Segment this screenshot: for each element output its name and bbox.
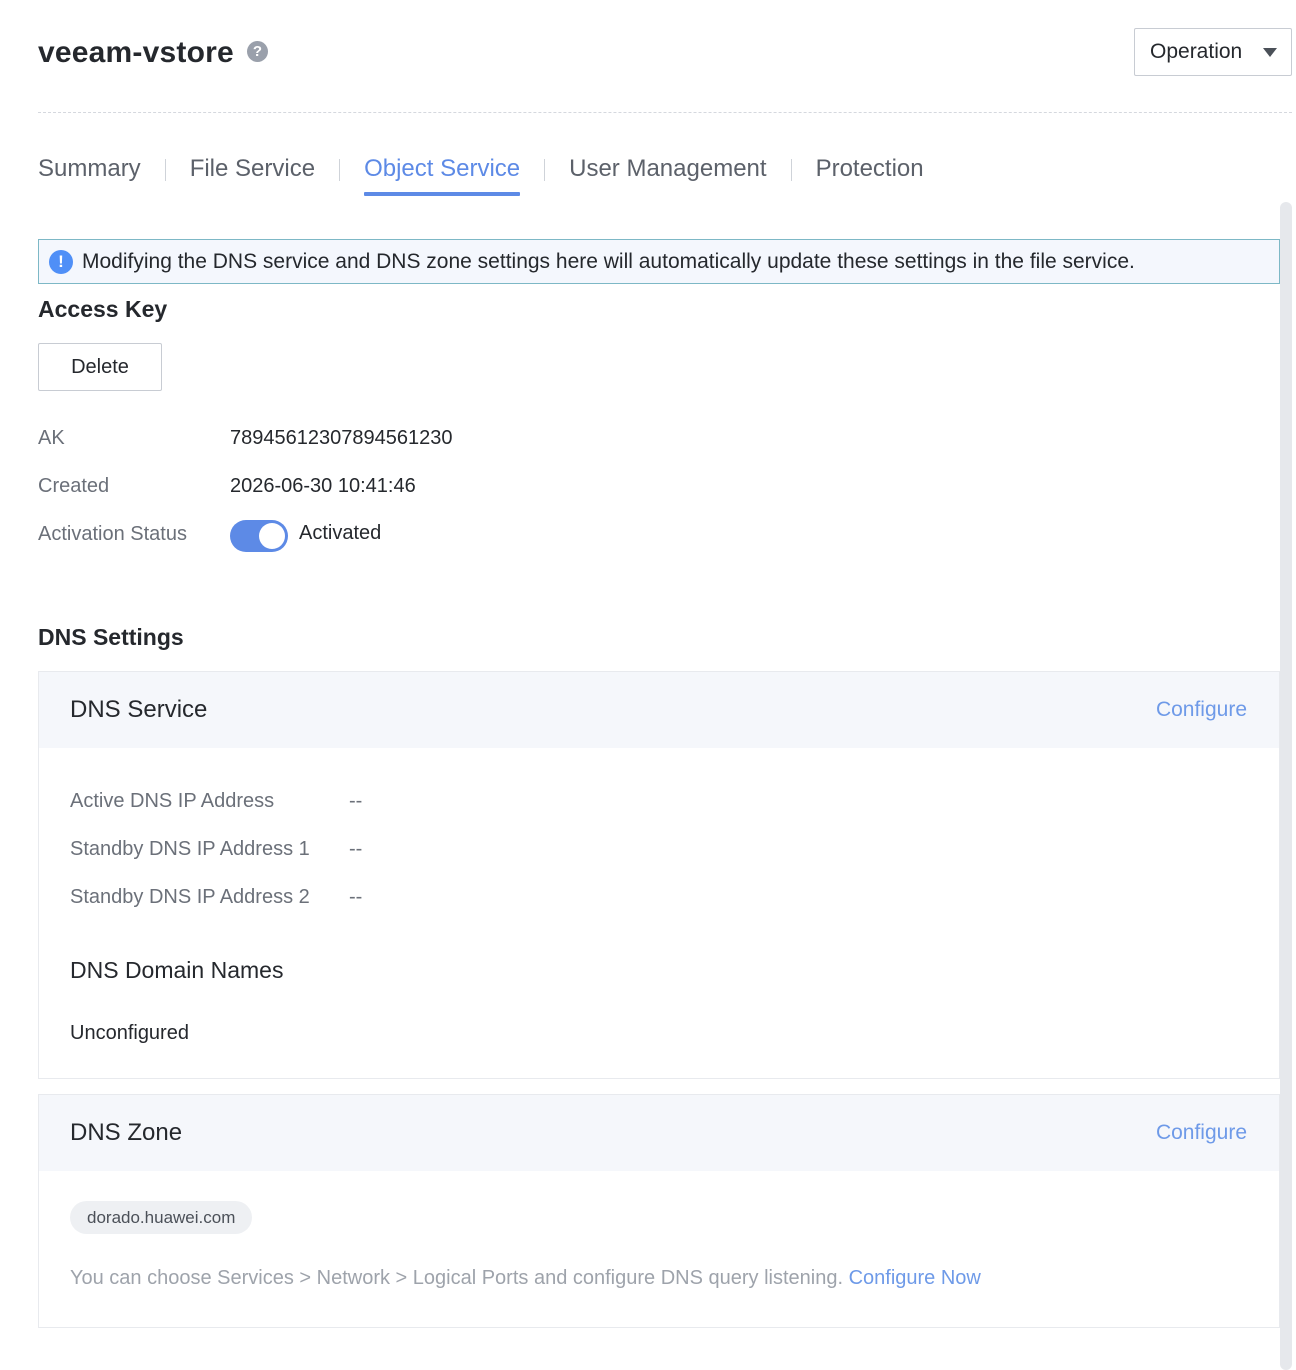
active-dns-value: -- xyxy=(349,790,363,812)
standby-dns-2-value: -- xyxy=(349,886,363,908)
tab-separator xyxy=(164,159,166,181)
dns-domain-names-value: Unconfigured xyxy=(70,1022,189,1044)
standby-dns-2-label: Standby DNS IP Address 2 xyxy=(70,886,310,908)
page-title: veeam-vstore xyxy=(38,36,234,69)
created-label: Created xyxy=(38,475,110,497)
help-icon[interactable]: ? xyxy=(247,41,268,62)
dns-settings-title: DNS Settings xyxy=(38,624,184,650)
dns-zone-header: DNS Zone Configure xyxy=(39,1095,1279,1171)
dns-zone-hint: You can choose Services > Network > Logi… xyxy=(70,1267,981,1290)
caret-down-icon xyxy=(1263,48,1277,57)
dns-service-card: DNS Service Configure Active DNS IP Addr… xyxy=(38,671,1280,1079)
dns-zone-card: DNS Zone Configure dorado.huawei.com You… xyxy=(38,1094,1280,1328)
tab-summary[interactable]: Summary xyxy=(38,152,141,196)
tab-object-service[interactable]: Object Service xyxy=(364,152,521,196)
active-dns-label: Active DNS IP Address xyxy=(70,790,275,812)
tab-separator xyxy=(544,159,546,181)
dns-zone-title: DNS Zone xyxy=(70,1119,183,1146)
page-header: veeam-vstore ? Operation xyxy=(38,28,1292,80)
tab-bar: Summary File Service Object Service User… xyxy=(38,152,924,202)
activation-status-value: Activated xyxy=(299,522,382,544)
tab-user-management[interactable]: User Management xyxy=(569,152,766,196)
info-circle-icon: ! xyxy=(49,249,73,274)
dns-service-configure-link[interactable]: Configure xyxy=(1156,698,1247,722)
tab-separator xyxy=(790,159,792,181)
created-value: 2026-06-30 10:41:46 xyxy=(230,475,416,497)
vertical-scrollbar[interactable] xyxy=(1280,202,1292,1370)
notice-text: Modifying the DNS service and DNS zone s… xyxy=(82,249,1135,273)
tab-file-service[interactable]: File Service xyxy=(190,152,315,196)
delete-button[interactable]: Delete xyxy=(38,343,162,391)
info-notice: ! Modifying the DNS service and DNS zone… xyxy=(38,239,1280,284)
standby-dns-1-label: Standby DNS IP Address 1 xyxy=(70,838,310,860)
operation-dropdown[interactable]: Operation xyxy=(1134,28,1292,76)
activation-status-label: Activation Status xyxy=(38,523,187,545)
ak-label: AK xyxy=(38,427,65,449)
tab-separator xyxy=(339,159,341,181)
dns-service-title: DNS Service xyxy=(70,696,208,723)
dns-domain-names-title: DNS Domain Names xyxy=(70,957,284,983)
dns-zone-hint-text: You can choose Services > Network > Logi… xyxy=(70,1267,849,1289)
toggle-knob xyxy=(259,523,285,549)
ak-value: 78945612307894561230 xyxy=(230,427,453,449)
dns-service-header: DNS Service Configure xyxy=(39,672,1279,748)
tab-protection[interactable]: Protection xyxy=(816,152,924,196)
dns-zone-configure-link[interactable]: Configure xyxy=(1156,1121,1247,1145)
access-key-title: Access Key xyxy=(38,296,168,322)
standby-dns-1-value: -- xyxy=(349,838,363,860)
activation-toggle[interactable] xyxy=(230,520,288,552)
dns-zone-chip: dorado.huawei.com xyxy=(70,1201,253,1234)
configure-now-link[interactable]: Configure Now xyxy=(849,1267,981,1289)
header-divider xyxy=(38,112,1292,113)
operation-label: Operation xyxy=(1150,40,1243,63)
